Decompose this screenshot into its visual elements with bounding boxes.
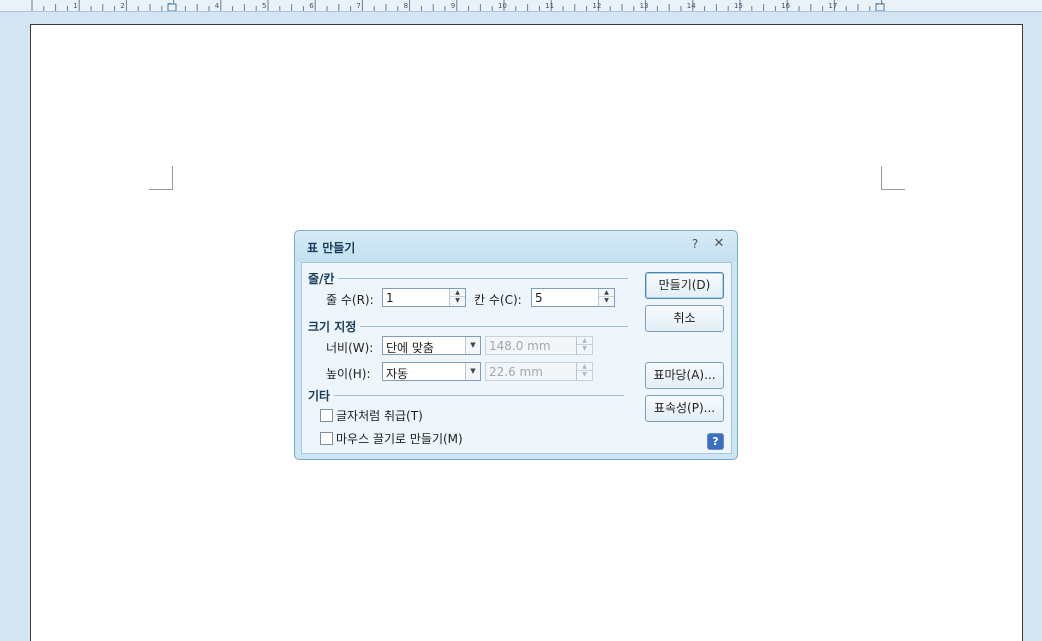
section-divider bbox=[360, 326, 629, 327]
arrow-up-icon: ▲ bbox=[577, 337, 592, 345]
width-value: 148.0 mm bbox=[489, 339, 551, 353]
horizontal-ruler[interactable]: 123456789101112131415161718 bbox=[0, 0, 1042, 12]
cols-stepper[interactable]: 5 ▲ ▼ bbox=[531, 288, 615, 307]
width-label: 너비(W): bbox=[326, 341, 374, 355]
height-mode-select[interactable]: 자동 ▼ bbox=[382, 362, 481, 381]
section-title-size: 크기 지정 bbox=[308, 320, 357, 334]
width-stepper-arrows: ▲ ▼ bbox=[576, 337, 592, 354]
height-mode-value: 자동 bbox=[386, 367, 409, 381]
indent-marker[interactable] bbox=[167, 3, 177, 11]
dialog-body: 줄/칸 줄 수(R): 1 ▲ ▼ 칸 수(C): 5 ▲ ▼ 크기 지정 너비… bbox=[301, 262, 732, 454]
close-icon[interactable]: ✕ bbox=[712, 237, 726, 251]
ruler-label: 5 bbox=[262, 2, 266, 10]
checkbox-box[interactable] bbox=[320, 409, 333, 422]
ruler-label: 4 bbox=[215, 2, 220, 10]
ruler-label: 8 bbox=[404, 2, 408, 10]
arrow-down-icon: ▼ bbox=[582, 371, 587, 378]
ruler-label: 16 bbox=[781, 2, 790, 10]
section-title-rows-cols: 줄/칸 bbox=[308, 272, 335, 286]
arrow-up-icon[interactable]: ▲ bbox=[599, 289, 614, 297]
dialog-title: 표 만들기 bbox=[307, 241, 356, 255]
rows-label: 줄 수(R): bbox=[326, 293, 374, 307]
ruler-label: 15 bbox=[734, 2, 743, 10]
height-label: 높이(H): bbox=[326, 367, 371, 381]
section-size: 크기 지정 bbox=[308, 318, 629, 335]
table-frame-button[interactable]: 표마당(A)... bbox=[645, 362, 724, 389]
ruler-ticks: 123456789101112131415161718 bbox=[31, 0, 885, 11]
rows-stepper[interactable]: 1 ▲ ▼ bbox=[382, 288, 466, 307]
section-divider bbox=[334, 395, 625, 396]
treat-as-char-checkbox[interactable]: 글자처럼 취급(T) bbox=[320, 407, 423, 424]
arrow-up-icon[interactable]: ▲ bbox=[450, 289, 465, 297]
arrow-down-icon: ▼ bbox=[582, 345, 587, 352]
chevron-down-icon[interactable]: ▼ bbox=[465, 363, 480, 380]
checkbox-box[interactable] bbox=[320, 432, 333, 445]
arrow-down-icon[interactable]: ▼ bbox=[450, 297, 465, 305]
margin-corner-top-left bbox=[149, 166, 173, 190]
cols-label: 칸 수(C): bbox=[474, 293, 522, 307]
ruler-label: 2 bbox=[120, 2, 124, 10]
margin-corner-top-right bbox=[881, 166, 905, 190]
ruler-label: 1 bbox=[73, 2, 77, 10]
section-title-other: 기타 bbox=[308, 389, 331, 403]
mouse-drag-label: 마우스 끌기로 만들기(M) bbox=[336, 432, 463, 446]
section-divider bbox=[338, 278, 629, 279]
ruler-label: 17 bbox=[828, 2, 837, 10]
help-icon[interactable]: ? bbox=[689, 237, 701, 251]
ruler-label: 6 bbox=[309, 2, 314, 10]
height-value: 22.6 mm bbox=[489, 365, 543, 379]
ruler-label: 13 bbox=[640, 2, 649, 10]
width-mode-select[interactable]: 단에 맞춤 ▼ bbox=[382, 336, 481, 355]
indent-marker[interactable] bbox=[875, 3, 885, 11]
ruler-label: 14 bbox=[687, 2, 696, 10]
arrow-up-icon: ▲ bbox=[577, 363, 592, 371]
arrow-down-icon[interactable]: ▼ bbox=[599, 297, 614, 305]
section-other: 기타 bbox=[308, 387, 625, 404]
help-question-icon[interactable]: ? bbox=[707, 433, 724, 450]
treat-as-char-label: 글자처럼 취급(T) bbox=[336, 409, 423, 423]
height-stepper: 22.6 mm ▲ ▼ bbox=[485, 362, 593, 381]
width-mode-value: 단에 맞춤 bbox=[386, 341, 434, 355]
table-properties-button[interactable]: 표속성(P)... bbox=[645, 395, 724, 422]
ruler-label: 11 bbox=[545, 2, 554, 10]
mouse-drag-checkbox[interactable]: 마우스 끌기로 만들기(M) bbox=[320, 430, 463, 447]
width-stepper: 148.0 mm ▲ ▼ bbox=[485, 336, 593, 355]
cols-value: 5 bbox=[535, 291, 543, 305]
cancel-button[interactable]: 취소 bbox=[645, 305, 724, 332]
chevron-down-icon[interactable]: ▼ bbox=[465, 337, 480, 354]
rows-stepper-arrows[interactable]: ▲ ▼ bbox=[449, 289, 465, 306]
section-rows-cols: 줄/칸 bbox=[308, 270, 629, 287]
create-table-dialog: 표 만들기 ? ✕ 줄/칸 줄 수(R): 1 ▲ ▼ 칸 수(C): 5 ▲ … bbox=[294, 230, 738, 460]
ruler-label: 12 bbox=[592, 2, 601, 10]
ruler-label: 10 bbox=[498, 2, 507, 10]
create-button[interactable]: 만들기(D) bbox=[645, 272, 724, 299]
rows-value: 1 bbox=[386, 291, 394, 305]
cols-stepper-arrows[interactable]: ▲ ▼ bbox=[598, 289, 614, 306]
ruler-label: 7 bbox=[356, 2, 360, 10]
height-stepper-arrows: ▲ ▼ bbox=[576, 363, 592, 380]
ruler-label: 9 bbox=[451, 2, 455, 10]
